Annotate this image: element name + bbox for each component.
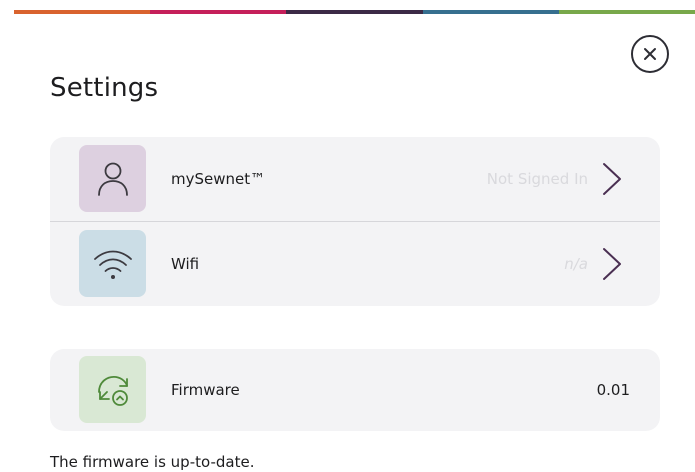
chevron-right-icon: [603, 247, 621, 280]
firmware-label: Firmware: [171, 381, 240, 399]
firmware-update-icon: [97, 375, 128, 406]
stripe-segment: [558, 10, 695, 14]
firmware-status-message: The firmware is up-to-date.: [50, 453, 255, 471]
wifi-icon-tile: [79, 230, 146, 297]
page-title: Settings: [50, 73, 159, 103]
stripe-segment: [422, 10, 559, 14]
wifi-status: n/a: [564, 254, 588, 273]
stripe-segment: [286, 10, 423, 14]
mysewnet-status: Not Signed In: [486, 170, 588, 188]
settings-page: Settings mySewnet™ Not Signed In Wifi n/…: [0, 0, 695, 472]
mysewnet-icon-tile: [79, 145, 146, 212]
stripe-segment: [150, 10, 287, 14]
mysewnet-label: mySewnet™: [171, 170, 266, 188]
settings-row-mysewnet[interactable]: mySewnet™ Not Signed In: [50, 137, 660, 221]
chevron-right-icon: [603, 163, 621, 195]
close-icon: [644, 48, 656, 60]
account-network-card: mySewnet™ Not Signed In Wifi n/a: [50, 137, 660, 306]
firmware-card: Firmware 0.01: [50, 349, 660, 431]
user-icon: [97, 162, 128, 196]
firmware-icon-tile: [79, 356, 146, 423]
wifi-icon: [93, 250, 132, 279]
settings-row-wifi[interactable]: Wifi n/a: [50, 221, 660, 305]
top-color-stripe: [14, 10, 695, 14]
firmware-version: 0.01: [596, 381, 630, 399]
stripe-segment: [14, 10, 151, 14]
settings-row-firmware: Firmware 0.01: [50, 349, 660, 431]
close-button[interactable]: [631, 35, 669, 73]
wifi-label: Wifi: [171, 254, 200, 273]
